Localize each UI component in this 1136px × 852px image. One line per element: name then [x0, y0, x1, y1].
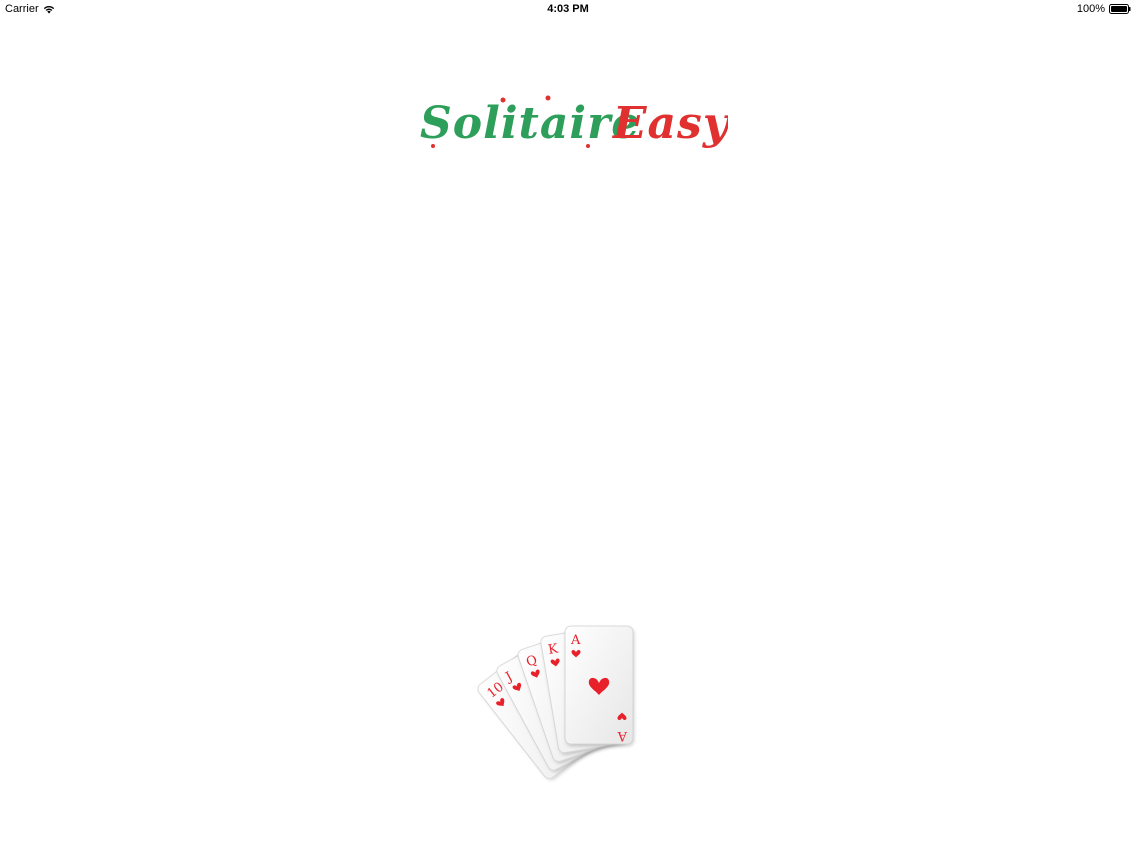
status-right: 100% — [1077, 3, 1131, 15]
title-word-solitaire: Solitaire — [420, 98, 640, 149]
royal-flush-cards: 10 J Q K A A — [470, 600, 680, 800]
status-bar: Carrier 4:03 PM 100% — [0, 0, 1136, 18]
status-time: 4:03 PM — [547, 3, 589, 15]
battery-percent: 100% — [1076, 3, 1105, 15]
splash-screen: Carrier 4:03 PM 100% Solitaire Easy 10 J… — [0, 0, 1136, 852]
card-rank-label: A — [617, 728, 628, 743]
card-a: AA — [564, 625, 634, 745]
cards-illustration: 10JQKAA — [477, 625, 634, 779]
app-title-logo: Solitaire Easy — [420, 95, 728, 149]
app-title: Solitaire Easy — [0, 88, 1136, 163]
battery-icon — [1109, 4, 1131, 14]
card-rank-label: A — [570, 633, 581, 648]
title-word-easy: Easy — [611, 98, 728, 149]
